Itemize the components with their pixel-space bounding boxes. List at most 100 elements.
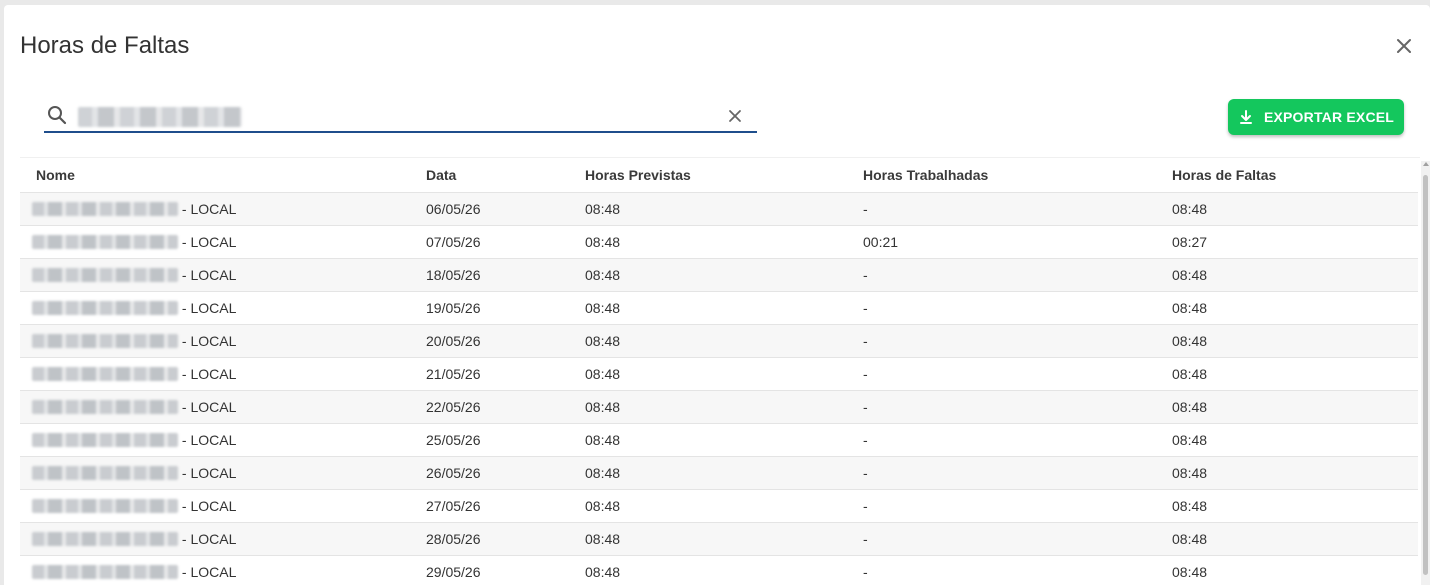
cell-horas-previstas: 08:48 [569,323,847,357]
header-horas-trabalhadas[interactable]: Horas Trabalhadas [847,158,1156,192]
export-excel-button[interactable]: EXPORTAR EXCEL [1228,99,1404,135]
cell-data: 27/05/26 [410,488,569,522]
table-row[interactable]: - LOCAL 27/05/26 08:48-08:48 [20,488,1418,522]
clear-search-icon[interactable] [726,107,744,125]
cell-horas-trabalhadas: - [847,455,1156,489]
redacted-name [32,399,178,414]
cell-nome: - LOCAL [20,257,410,291]
cell-horas-de-faltas: 08:27 [1156,224,1418,258]
cell-horas-trabalhadas: 00:21 [847,224,1156,258]
cell-horas-previstas: 08:48 [569,356,847,390]
cell-horas-de-faltas: 08:48 [1156,455,1418,489]
cell-horas-de-faltas: 08:48 [1156,356,1418,390]
name-suffix: - LOCAL [178,266,237,283]
header-horas-previstas[interactable]: Horas Previstas [569,158,847,192]
cell-data: 18/05/26 [410,257,569,291]
cell-horas-trabalhadas: - [847,422,1156,456]
download-icon [1239,110,1252,124]
table-row[interactable]: - LOCAL 07/05/26 08:48 00:21 08:27 [20,224,1418,258]
export-excel-label: EXPORTAR EXCEL [1263,109,1395,125]
table-row[interactable]: - LOCAL 18/05/26 08:48-08:48 [20,257,1418,291]
header-nome[interactable]: Nome [20,158,410,192]
header-horas-de-faltas[interactable]: Horas de Faltas [1156,158,1418,192]
cell-data: 26/05/26 [410,455,569,489]
redacted-name [32,432,178,447]
cell-horas-previstas: 08:48 [569,191,847,225]
cell-horas-previstas: 08:48 [569,488,847,522]
cell-horas-de-faltas: 08:48 [1156,257,1418,291]
cell-data: 29/05/26 [410,554,569,585]
name-suffix: - LOCAL [178,233,237,250]
search-input[interactable] [78,107,242,127]
faltas-table: Nome Data Horas Previstas Horas Trabalha… [20,158,1418,585]
cell-horas-trabalhadas: - [847,521,1156,555]
table-row[interactable]: - LOCAL 06/05/26 08:48-08:48 [20,191,1418,225]
cell-data: 22/05/26 [410,389,569,423]
close-button[interactable] [1390,32,1418,60]
table-row[interactable]: - LOCAL 28/05/26 08:48-08:48 [20,521,1418,555]
cell-horas-previstas: 08:48 [569,389,847,423]
scrollbar-thumb[interactable] [1423,175,1428,575]
name-suffix: - LOCAL [178,200,237,217]
scroll-up-arrow-icon[interactable] [1423,162,1429,166]
cell-nome: - LOCAL [20,323,410,357]
table-row[interactable]: - LOCAL 25/05/26 08:48-08:48 [20,422,1418,456]
cell-horas-trabalhadas: - [847,554,1156,585]
search-field[interactable] [44,99,757,133]
table-row[interactable]: - LOCAL 19/05/26 08:48-08:48 [20,290,1418,324]
cell-nome: - LOCAL [20,389,410,423]
redacted-name [32,498,178,513]
redacted-name [32,366,178,381]
redacted-name [32,300,178,315]
cell-horas-trabalhadas: - [847,257,1156,291]
cell-horas-trabalhadas: - [847,488,1156,522]
cell-nome: - LOCAL [20,455,410,489]
redacted-name [32,531,178,546]
cell-horas-trabalhadas: - [847,389,1156,423]
cell-nome: - LOCAL [20,488,410,522]
name-suffix: - LOCAL [178,530,237,547]
cell-nome: - LOCAL [20,554,410,585]
cell-horas-trabalhadas: - [847,290,1156,324]
cell-nome: - LOCAL [20,191,410,225]
name-suffix: - LOCAL [178,464,237,481]
cell-data: 20/05/26 [410,323,569,357]
header-data[interactable]: Data [410,158,569,192]
name-suffix: - LOCAL [178,365,237,382]
cell-horas-previstas: 08:48 [569,290,847,324]
cell-horas-de-faltas: 08:48 [1156,521,1418,555]
table-row[interactable]: - LOCAL 20/05/26 08:48-08:48 [20,323,1418,357]
horas-de-faltas-dialog: Horas de Faltas EXPORTAR EXCEL Nome Data… [4,5,1430,585]
table-row[interactable]: - LOCAL 29/05/26 08:48-08:48 [20,554,1418,585]
search-icon [48,106,67,125]
redacted-name [32,267,178,282]
cell-horas-previstas: 08:48 [569,521,847,555]
table-row[interactable]: - LOCAL 22/05/26 08:48-08:48 [20,389,1418,423]
name-suffix: - LOCAL [178,431,237,448]
cell-data: 25/05/26 [410,422,569,456]
name-suffix: - LOCAL [178,299,237,316]
cell-data: 07/05/26 [410,224,569,258]
cell-horas-de-faltas: 08:48 [1156,290,1418,324]
redacted-name [32,201,178,216]
cell-horas-trabalhadas: - [847,356,1156,390]
cell-horas-de-faltas: 08:48 [1156,323,1418,357]
dialog-title: Horas de Faltas [20,32,190,59]
faltas-table-container: Nome Data Horas Previstas Horas Trabalha… [20,157,1420,585]
cell-horas-de-faltas: 08:48 [1156,422,1418,456]
cell-nome: - LOCAL [20,521,410,555]
table-row[interactable]: - LOCAL 26/05/26 08:48-08:48 [20,455,1418,489]
redacted-name [32,564,178,579]
cell-horas-de-faltas: 08:48 [1156,488,1418,522]
cell-horas-de-faltas: 08:48 [1156,389,1418,423]
cell-nome: - LOCAL [20,422,410,456]
cell-horas-previstas: 08:48 [569,554,847,585]
cell-horas-previstas: 08:48 [569,422,847,456]
table-header-row: Nome Data Horas Previstas Horas Trabalha… [20,158,1418,192]
cell-nome: - LOCAL [20,290,410,324]
cell-data: 28/05/26 [410,521,569,555]
cell-data: 06/05/26 [410,191,569,225]
table-row[interactable]: - LOCAL 21/05/26 08:48-08:48 [20,356,1418,390]
cell-horas-previstas: 08:48 [569,455,847,489]
close-icon [1397,39,1411,53]
